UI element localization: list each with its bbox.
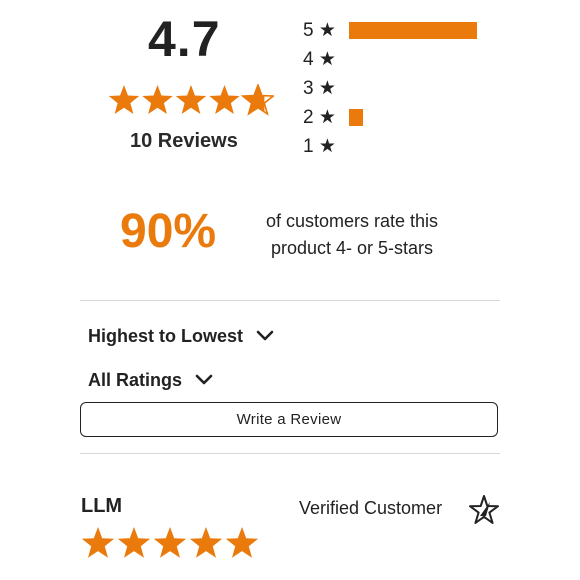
star-filled-icon <box>175 85 207 114</box>
star-filled-icon <box>209 85 240 114</box>
star-filled-icon <box>81 527 115 558</box>
verified-badge-label: Verified Customer <box>299 498 443 518</box>
average-rating: 4.7 <box>148 11 221 67</box>
divider <box>80 453 500 454</box>
chevron-down-icon <box>256 330 274 341</box>
rating-row-3[interactable]: 3 ★ <box>303 75 349 101</box>
rating-row-2[interactable]: 2 ★ <box>303 104 364 130</box>
rating-row-label: 1 ★ <box>303 135 336 157</box>
rating-row-label: 2 ★ <box>303 106 336 128</box>
recommend-text-line1: of customers rate this <box>265 211 439 231</box>
review-star-rating <box>81 527 259 558</box>
divider <box>80 300 500 301</box>
rating-row-5[interactable]: 5 ★ <box>303 17 477 43</box>
rating-row-label: 5 ★ <box>303 19 336 41</box>
sort-dropdown-label: Highest to Lowest <box>88 325 244 346</box>
rating-row-1[interactable]: 1 ★ <box>303 133 349 159</box>
review-count: 10 Reviews <box>130 130 238 152</box>
rating-bar <box>349 21 477 39</box>
filter-dropdown[interactable]: All Ratings <box>88 365 214 395</box>
star-filled-icon <box>225 527 259 558</box>
rating-row-label: 4 ★ <box>303 48 336 70</box>
verified-star-icon <box>469 495 499 524</box>
recommend-text-line2: product 4- or 5-stars <box>270 238 434 258</box>
star-filled-icon <box>189 527 223 558</box>
rating-row-label: 3 ★ <box>303 77 336 99</box>
star-filled-icon <box>108 85 140 114</box>
star-filled-icon <box>153 527 187 558</box>
star-filled-icon <box>117 527 151 558</box>
rating-row-4[interactable]: 4 ★ <box>303 46 349 72</box>
recommend-text: of customers rate this product 4- or 5-s… <box>252 208 452 262</box>
chevron-down-icon <box>195 374 213 385</box>
write-review-button[interactable]: Write a Review <box>80 402 498 437</box>
star-filled-icon <box>142 85 173 114</box>
average-star-rating <box>108 84 274 116</box>
rating-bar <box>349 108 364 126</box>
filter-dropdown-label: All Ratings <box>88 369 183 390</box>
recommend-percent: 90% <box>120 205 217 258</box>
reviewer-name: LLM <box>81 495 123 517</box>
sort-dropdown[interactable]: Highest to Lowest <box>88 321 275 351</box>
